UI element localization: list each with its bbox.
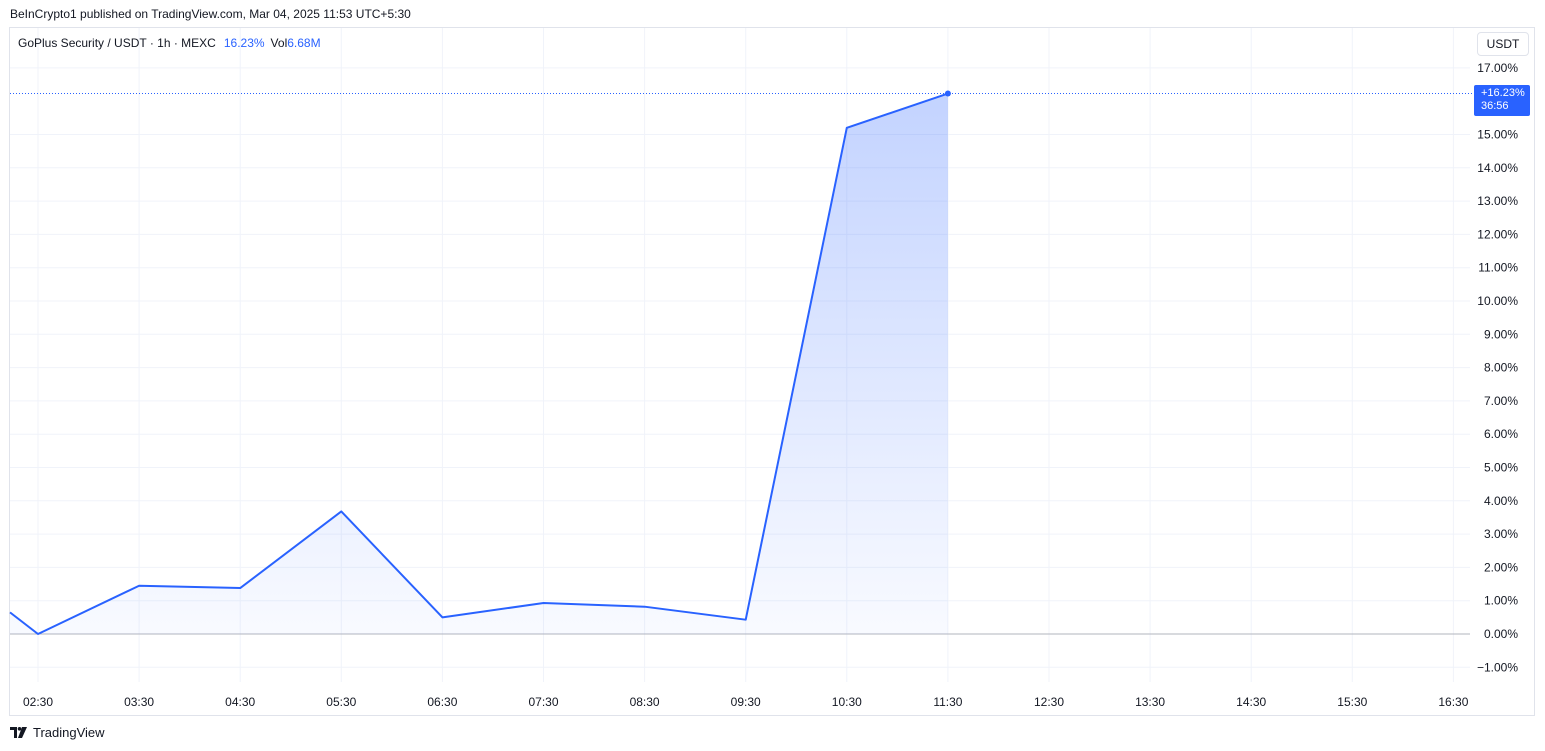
x-tick-label: 10:30 (832, 695, 862, 709)
y-tick-label: 15.00% (1477, 128, 1518, 142)
x-tick-label: 14:30 (1236, 695, 1266, 709)
x-tick-label: 06:30 (427, 695, 457, 709)
y-tick-label: 9.00% (1484, 327, 1518, 341)
x-tick-label: 08:30 (630, 695, 660, 709)
y-tick-label: 1.00% (1484, 594, 1518, 608)
y-tick-label: 12.00% (1477, 227, 1518, 241)
last-price-value: +16.23% (1481, 87, 1525, 99)
y-tick-label: −1.00% (1477, 660, 1518, 674)
x-tick-label: 16:30 (1438, 695, 1468, 709)
footer-branding[interactable]: TradingView (10, 725, 105, 740)
y-tick-label: 8.00% (1484, 361, 1518, 375)
x-tick-label: 02:30 (23, 695, 53, 709)
x-tick-label: 03:30 (124, 695, 154, 709)
y-tick-label: 17.00% (1477, 61, 1518, 75)
x-tick-label: 05:30 (326, 695, 356, 709)
change-value: 16.23% (223, 36, 265, 50)
y-tick-label: 13.00% (1477, 194, 1518, 208)
y-tick-label: 0.00% (1484, 627, 1518, 641)
y-tick-label: 4.00% (1484, 494, 1518, 508)
x-tick-label: 04:30 (225, 695, 255, 709)
y-tick-label: 2.00% (1484, 560, 1518, 574)
x-tick-label: 12:30 (1034, 695, 1064, 709)
y-tick-label: 14.00% (1477, 161, 1518, 175)
currency-button[interactable]: USDT (1477, 32, 1529, 56)
y-tick-label: 11.00% (1478, 261, 1518, 275)
volume-label: Vol (270, 36, 288, 50)
x-tick-label: 13:30 (1135, 695, 1165, 709)
last-price-badge: +16.23% 36:56 (1474, 85, 1530, 116)
x-tick-label: 07:30 (528, 695, 558, 709)
tradingview-logo-icon (10, 727, 27, 738)
y-tick-label: 3.00% (1484, 527, 1518, 541)
volume-value: 6.68M (287, 36, 321, 50)
y-tick-label: 7.00% (1484, 394, 1518, 408)
chart-legend: GoPlus Security / USDT · 1h · MEXC 16.23%… (18, 36, 321, 50)
symbol-title: GoPlus Security / USDT · 1h · MEXC (18, 36, 216, 50)
y-tick-label: 10.00% (1477, 294, 1518, 308)
x-tick-label: 09:30 (731, 695, 761, 709)
y-tick-label: 6.00% (1484, 427, 1518, 441)
y-tick-label: 5.00% (1484, 461, 1518, 475)
bar-countdown: 36:56 (1481, 100, 1509, 112)
area-fill (10, 93, 948, 634)
price-chart[interactable]: 02:30 03:30 04:30 05:30 06:30 07:30 08:30 09:30… (0, 0, 1545, 751)
brand-name: TradingView (33, 725, 105, 740)
x-tick-label: 15:30 (1337, 695, 1367, 709)
x-tick-label: 11:30 (933, 695, 962, 709)
